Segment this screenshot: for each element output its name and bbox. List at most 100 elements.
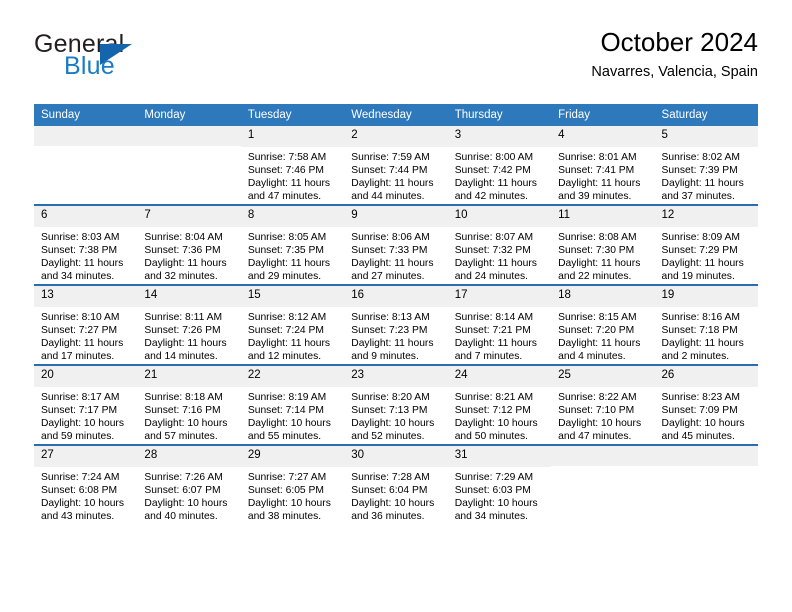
calendar-day-cell[interactable]: 22 Sunrise: 8:19 AM Sunset: 7:14 PM Dayligh… — [240, 364, 345, 445]
calendar-day-cell[interactable]: 1 Sunrise: 7:58 AM Sunset: 7:46 PM Daylight… — [240, 126, 345, 205]
daylight-duration-line2: and 34 minutes. — [454, 511, 528, 523]
day-details: Sunrise: 8:00 AM Sunset: 7:42 PM Daylight:… — [448, 147, 551, 204]
calendar-day-cell[interactable]: 23 Sunrise: 8:20 AM Sunset: 7:13 PM Dayligh… — [344, 364, 448, 445]
sunrise-time: Sunrise: 7:27 AM — [247, 471, 327, 483]
calendar-day-cell[interactable]: 15 Sunrise: 8:12 AM Sunset: 7:24 PM Dayligh… — [240, 284, 345, 365]
calendar-day-cell[interactable]: 8 Sunrise: 8:05 AM Sunset: 7:35 PM Daylight… — [240, 204, 345, 285]
weekday-header-row: Sunday Monday Tuesday Wednesday Thursday Frid… — [34, 104, 758, 126]
daylight-duration-line2: and 43 minutes. — [41, 511, 115, 523]
calendar-day-cell[interactable]: 26 Sunrise: 8:23 AM Sunset: 7:09 PM Dayligh… — [654, 364, 758, 445]
daylight-duration-line1: Daylight: 11 hours — [454, 177, 537, 189]
daylight-duration-line2: and 34 minutes. — [41, 271, 115, 283]
daylight-duration-line2: and 24 minutes. — [454, 271, 528, 283]
sunset-time: Sunset: 7:10 PM — [558, 404, 635, 416]
calendar-day-cell[interactable]: 29 Sunrise: 7:27 AM Sunset: 6:05 PM Dayligh… — [240, 444, 345, 524]
daylight-duration-line1: Daylight: 10 hours — [351, 417, 435, 429]
calendar-day-cell[interactable]: 31 Sunrise: 7:29 AM Sunset: 6:03 PM Dayligh… — [447, 444, 552, 524]
day-number: 8 — [240, 206, 345, 227]
calendar-day-cell[interactable]: 21 Sunrise: 8:18 AM Sunset: 7:16 PM Dayligh… — [137, 364, 241, 445]
calendar-day-cell[interactable]: 19 Sunrise: 8:16 AM Sunset: 7:18 PM Dayligh… — [654, 284, 758, 365]
sunrise-time: Sunrise: 8:01 AM — [558, 151, 637, 163]
day-details: Sunrise: 8:17 AM Sunset: 7:17 PM Daylight:… — [34, 387, 137, 444]
sunrise-time: Sunrise: 8:20 AM — [351, 391, 430, 403]
sunrise-time: Sunrise: 8:16 AM — [661, 311, 740, 323]
day-details: Sunrise: 8:10 AM Sunset: 7:27 PM Daylight:… — [34, 307, 137, 364]
daylight-duration-line2: and 47 minutes. — [558, 431, 632, 443]
day-details: Sunrise: 7:29 AM Sunset: 6:03 PM Daylight:… — [448, 467, 551, 524]
sunset-time: Sunset: 7:41 PM — [558, 164, 635, 176]
sunset-time: Sunset: 7:26 PM — [144, 324, 221, 336]
sunset-time: Sunset: 7:12 PM — [454, 404, 531, 416]
calendar-day-cell[interactable]: 5 Sunrise: 8:02 AM Sunset: 7:39 PM Daylight… — [654, 126, 758, 205]
sunset-time: Sunset: 7:14 PM — [247, 404, 324, 416]
day-number: 12 — [654, 206, 758, 227]
daylight-duration-line1: Daylight: 11 hours — [661, 177, 744, 189]
day-details: Sunrise: 8:18 AM Sunset: 7:16 PM Daylight:… — [137, 387, 240, 444]
day-number: 9 — [344, 206, 448, 227]
calendar-week-row: 6 Sunrise: 8:03 AM Sunset: 7:38 PM Daylight… — [34, 204, 758, 285]
calendar-day-cell[interactable]: 28 Sunrise: 7:26 AM Sunset: 6:07 PM Dayligh… — [137, 444, 241, 524]
calendar-day-cell[interactable]: 14 Sunrise: 8:11 AM Sunset: 7:26 PM Dayligh… — [137, 284, 241, 365]
day-details: Sunrise: 8:22 AM Sunset: 7:10 PM Daylight:… — [551, 387, 654, 444]
calendar-day-cell[interactable]: 20 Sunrise: 8:17 AM Sunset: 7:17 PM Dayligh… — [34, 364, 138, 445]
calendar-day-cell[interactable]: 4 Sunrise: 8:01 AM Sunset: 7:41 PM Daylight… — [551, 126, 655, 205]
daylight-duration-line2: and 38 minutes. — [247, 511, 322, 523]
sunrise-time: Sunrise: 7:58 AM — [247, 151, 327, 163]
sunrise-time: Sunrise: 8:22 AM — [558, 391, 637, 403]
daylight-duration-line1: Daylight: 11 hours — [247, 337, 331, 349]
sunrise-time: Sunrise: 8:10 AM — [41, 311, 120, 323]
daylight-duration-line2: and 22 minutes. — [558, 271, 632, 283]
calendar-day-cell[interactable]: 12 Sunrise: 8:09 AM Sunset: 7:29 PM Dayligh… — [654, 204, 758, 285]
day-details: Sunrise: 7:59 AM Sunset: 7:44 PM Daylight:… — [344, 147, 447, 204]
day-number: 18 — [551, 286, 655, 307]
daylight-duration-line1: Daylight: 10 hours — [454, 417, 538, 429]
day-details: Sunrise: 8:01 AM Sunset: 7:41 PM Daylight:… — [551, 147, 654, 204]
sunrise-time: Sunrise: 8:05 AM — [247, 231, 327, 243]
daylight-duration-line1: Daylight: 10 hours — [41, 417, 124, 429]
calendar-day-cell[interactable]: 11 Sunrise: 8:08 AM Sunset: 7:30 PM Dayligh… — [551, 204, 655, 285]
day-number: 11 — [551, 206, 655, 227]
sunrise-sunset-calendar: Sunday Monday Tuesday Wednesday Thursday Frid… — [34, 104, 758, 524]
calendar-day-cell[interactable]: 2 Sunrise: 7:59 AM Sunset: 7:44 PM Daylight… — [344, 126, 448, 205]
day-details: Sunrise: 8:19 AM Sunset: 7:14 PM Daylight:… — [241, 387, 344, 444]
day-number: 24 — [447, 366, 552, 387]
general-blue-logo[interactable]: General Blue — [34, 32, 264, 94]
sunset-time: Sunset: 6:04 PM — [351, 484, 428, 496]
daylight-duration-line1: Daylight: 11 hours — [558, 257, 641, 269]
calendar-day-cell-empty — [551, 444, 655, 524]
day-details: Sunrise: 8:08 AM Sunset: 7:30 PM Daylight:… — [551, 227, 654, 284]
daylight-duration-line2: and 50 minutes. — [454, 431, 528, 443]
day-details: Sunrise: 8:11 AM Sunset: 7:26 PM Daylight:… — [137, 307, 240, 364]
day-details: Sunrise: 8:04 AM Sunset: 7:36 PM Daylight:… — [137, 227, 240, 284]
calendar-day-cell[interactable]: 27 Sunrise: 7:24 AM Sunset: 6:08 PM Dayligh… — [34, 444, 138, 524]
sunset-time: Sunset: 7:09 PM — [661, 404, 738, 416]
calendar-day-cell[interactable]: 16 Sunrise: 8:13 AM Sunset: 7:23 PM Dayligh… — [344, 284, 448, 365]
calendar-day-cell[interactable]: 30 Sunrise: 7:28 AM Sunset: 6:04 PM Dayligh… — [344, 444, 448, 524]
calendar-day-cell[interactable]: 25 Sunrise: 8:22 AM Sunset: 7:10 PM Dayligh… — [551, 364, 655, 445]
day-details: Sunrise: 8:07 AM Sunset: 7:32 PM Daylight:… — [448, 227, 551, 284]
daylight-duration-line1: Daylight: 10 hours — [558, 417, 642, 429]
day-details: Sunrise: 7:27 AM Sunset: 6:05 PM Daylight:… — [241, 467, 344, 524]
calendar-day-cell[interactable]: 3 Sunrise: 8:00 AM Sunset: 7:42 PM Daylight… — [447, 126, 552, 205]
calendar-day-cell[interactable]: 10 Sunrise: 8:07 AM Sunset: 7:32 PM Dayligh… — [447, 204, 552, 285]
sunset-time: Sunset: 7:38 PM — [41, 244, 118, 256]
day-number: 29 — [240, 446, 345, 467]
calendar-day-cell[interactable]: 17 Sunrise: 8:14 AM Sunset: 7:21 PM Dayligh… — [447, 284, 552, 365]
calendar-day-cell[interactable]: 13 Sunrise: 8:10 AM Sunset: 7:27 PM Dayligh… — [34, 284, 138, 365]
calendar-day-cell[interactable]: 18 Sunrise: 8:15 AM Sunset: 7:20 PM Dayligh… — [551, 284, 655, 365]
calendar-day-cell[interactable]: 24 Sunrise: 8:21 AM Sunset: 7:12 PM Dayligh… — [447, 364, 552, 445]
day-number: 7 — [137, 206, 241, 227]
day-number: 20 — [34, 366, 138, 387]
daylight-duration-line1: Daylight: 11 hours — [558, 177, 641, 189]
weekday-header-saturday: Saturday — [654, 104, 758, 126]
calendar-day-cell[interactable]: 9 Sunrise: 8:06 AM Sunset: 7:33 PM Daylight… — [344, 204, 448, 285]
calendar-day-cell[interactable]: 6 Sunrise: 8:03 AM Sunset: 7:38 PM Daylight… — [34, 204, 138, 285]
sunrise-time: Sunrise: 8:00 AM — [454, 151, 534, 163]
day-details: Sunrise: 7:26 AM Sunset: 6:07 PM Daylight:… — [137, 467, 240, 524]
daylight-duration-line2: and 12 minutes. — [247, 351, 322, 363]
day-details: Sunrise: 8:21 AM Sunset: 7:12 PM Daylight:… — [448, 387, 551, 444]
daylight-duration-line2: and 27 minutes. — [351, 271, 425, 283]
calendar-day-cell[interactable]: 7 Sunrise: 8:04 AM Sunset: 7:36 PM Daylight… — [137, 204, 241, 285]
day-details: Sunrise: 8:15 AM Sunset: 7:20 PM Daylight:… — [551, 307, 654, 364]
sunrise-time: Sunrise: 8:18 AM — [144, 391, 223, 403]
